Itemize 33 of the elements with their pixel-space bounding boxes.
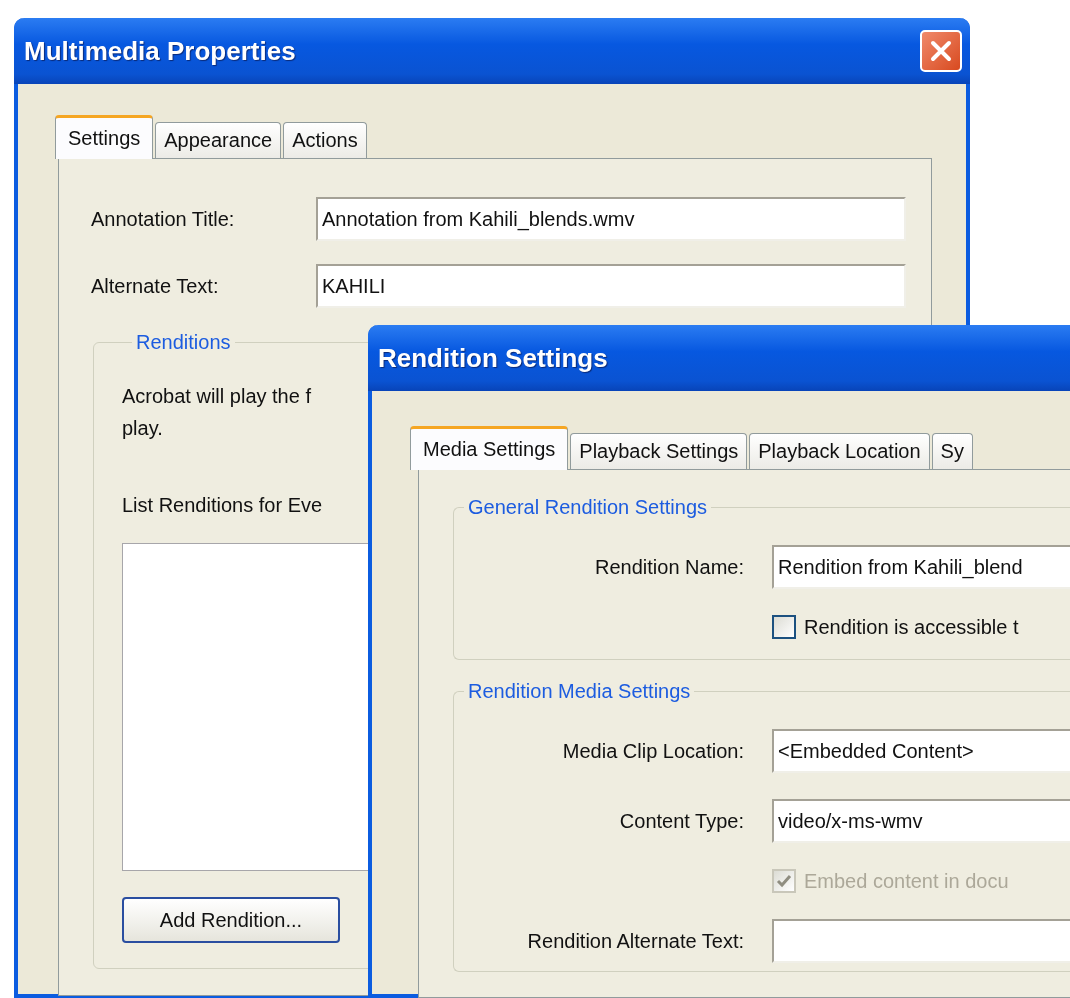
close-button[interactable] xyxy=(920,30,962,72)
group-title: Rendition Media Settings xyxy=(467,680,692,703)
field-label: Annotation Title: xyxy=(91,207,236,231)
text-field[interactable] xyxy=(772,919,1070,963)
window-title: Multimedia Properties xyxy=(24,35,296,67)
window-title: Rendition Settings xyxy=(378,342,608,374)
field-label: Rendition Alternate Text: xyxy=(526,929,744,953)
tab[interactable]: Sy xyxy=(931,433,973,469)
field-label: Rendition Name: xyxy=(594,555,744,579)
tab[interactable]: Actions xyxy=(283,122,367,158)
tab[interactable]: Media Settings xyxy=(410,426,569,470)
close-icon xyxy=(928,38,954,64)
group-title: Renditions xyxy=(135,331,232,354)
text-field[interactable]: video/x-ms-wmv xyxy=(772,799,1070,843)
list-label: List Renditions for Eve xyxy=(122,494,323,517)
add-rendition-button[interactable]: Add Rendition... xyxy=(122,897,340,943)
check-icon xyxy=(775,872,793,890)
tab[interactable]: Settings xyxy=(55,115,154,159)
group-title: General Rendition Settings xyxy=(467,496,709,519)
field-label: Media Clip Location: xyxy=(561,739,744,763)
description-text: Acrobat will play the f play. xyxy=(122,384,311,441)
field-label: Alternate Text: xyxy=(91,274,220,298)
tab[interactable]: Appearance xyxy=(155,122,282,158)
checkbox-label: Rendition is accessible t xyxy=(804,615,1019,639)
text-field[interactable]: Annotation from Kahili_blends.wmv xyxy=(316,197,906,241)
text-field[interactable]: <Embedded Content> xyxy=(772,729,1070,773)
tab[interactable]: Playback Location xyxy=(749,433,930,469)
text-field[interactable]: KAHILI xyxy=(316,264,906,308)
checkbox-label: Embed content in docu xyxy=(804,869,1009,893)
field-label: Content Type: xyxy=(618,809,744,833)
checkbox[interactable] xyxy=(772,615,796,639)
tab[interactable]: Playback Settings xyxy=(570,433,748,469)
text-field[interactable]: Rendition from Kahili_blend xyxy=(772,545,1070,589)
